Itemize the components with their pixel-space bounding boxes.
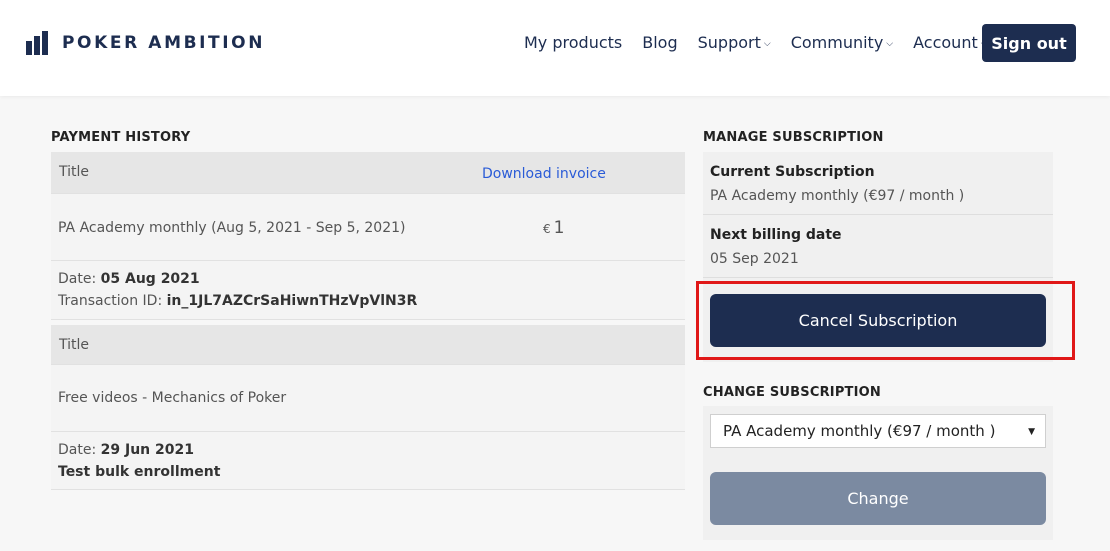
next-billing-value: 05 Sep 2021 [710, 251, 799, 267]
amount-value: 1 [553, 218, 565, 238]
next-billing-label: Next billing date [710, 227, 842, 243]
title-header: Title [59, 164, 90, 180]
site-header: POKER AMBITION My products Blog Support … [0, 0, 1110, 96]
note-value: Test bulk enrollment [58, 464, 221, 480]
payment-details-row: Date: 29 Jun 2021 Test bulk enrollment [51, 432, 685, 490]
current-subscription-value: PA Academy monthly (€97 / month ) [710, 188, 965, 204]
txn-label: Transaction ID: [58, 293, 163, 309]
selected-plan: PA Academy monthly (€97 / month ) [723, 422, 996, 440]
payment-header-row: Title [51, 325, 685, 365]
payment-amount: €1 [543, 218, 564, 238]
nav-blog[interactable]: Blog [642, 33, 677, 52]
dropdown-arrow-icon: ▼ [1028, 427, 1035, 437]
nav-label: My products [524, 33, 623, 52]
download-invoice-link[interactable]: Download invoice [482, 166, 606, 182]
nav-account[interactable]: Account ⌵ [913, 33, 987, 52]
logo-bars-icon [26, 31, 50, 55]
manage-subscription-title: MANAGE SUBSCRIPTION [703, 130, 884, 145]
subscription-select[interactable]: PA Academy monthly (€97 / month ) ▼ [710, 414, 1046, 448]
nav-label: Account [913, 33, 978, 52]
payment-item-title: Free videos - Mechanics of Poker [58, 390, 287, 406]
payment-date: Date: 29 Jun 2021 [58, 442, 194, 458]
payment-item-row: PA Academy monthly (Aug 5, 2021 - Sep 5,… [51, 194, 685, 261]
payment-date: Date: 05 Aug 2021 [58, 271, 200, 287]
payment-note: Test bulk enrollment [58, 464, 220, 480]
date-label: Date: [58, 271, 97, 287]
title-header: Title [59, 337, 90, 353]
chevron-down-icon: ⌵ [886, 38, 894, 49]
nav-label: Support [697, 33, 761, 52]
date-value: 05 Aug 2021 [100, 271, 200, 287]
change-subscription-title: CHANGE SUBSCRIPTION [703, 385, 881, 400]
current-subscription-row: Current Subscription PA Academy monthly … [703, 152, 1053, 215]
change-button[interactable]: Change [710, 472, 1046, 525]
sign-out-button[interactable]: Sign out [982, 24, 1076, 62]
brand-name: POKER AMBITION [62, 33, 266, 53]
nav-community[interactable]: Community ⌵ [791, 33, 893, 52]
payment-header-row: Title Download invoice [51, 152, 685, 194]
current-subscription-label: Current Subscription [710, 164, 875, 180]
txn-value: in_1JL7AZCrSaHiwnTHzVpVlN3R [166, 293, 418, 309]
transaction-id: Transaction ID: in_1JL7AZCrSaHiwnTHzVpVl… [58, 293, 417, 309]
payment-item-row: Free videos - Mechanics of Poker [51, 365, 685, 432]
next-billing-row: Next billing date 05 Sep 2021 [703, 215, 1053, 278]
payment-history-title: PAYMENT HISTORY [51, 130, 191, 145]
brand-logo[interactable]: POKER AMBITION [26, 31, 265, 55]
nav-support[interactable]: Support ⌵ [698, 33, 771, 52]
chevron-down-icon: ⌵ [763, 38, 771, 49]
nav-my-products[interactable]: My products [524, 33, 622, 52]
payment-details-row: Date: 05 Aug 2021 Transaction ID: in_1JL… [51, 261, 685, 320]
nav-label: Community [790, 33, 884, 52]
highlight-box [696, 281, 1075, 360]
nav-label: Blog [642, 33, 678, 52]
currency-symbol: € [543, 222, 551, 236]
date-label: Date: [58, 442, 97, 458]
date-value: 29 Jun 2021 [100, 442, 194, 458]
payment-item-title: PA Academy monthly (Aug 5, 2021 - Sep 5,… [58, 220, 406, 236]
main-nav: My products Blog Support ⌵ Community ⌵ A… [524, 33, 1008, 52]
